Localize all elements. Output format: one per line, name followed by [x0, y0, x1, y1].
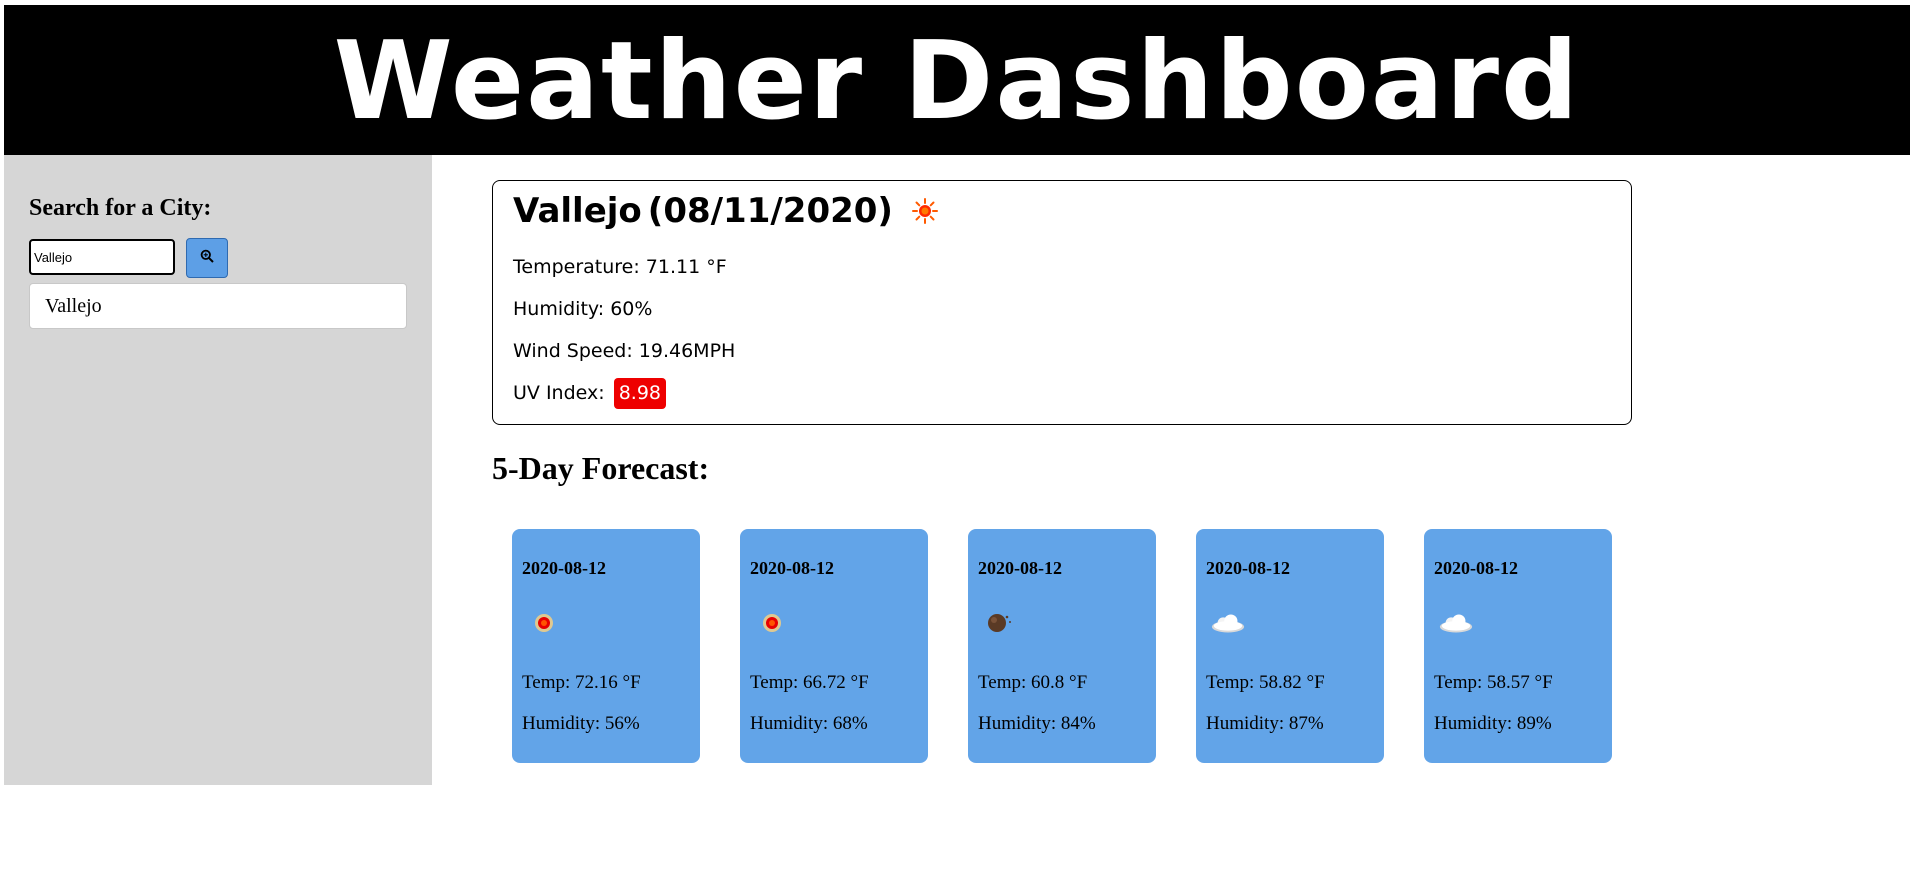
current-weather-card: Vallejo (08/11/2020) Temperature: 71.11 … [492, 180, 1632, 425]
forecast-temp: Temp: 60.8 °F [978, 672, 1088, 693]
forecast-heading: 5-Day Forecast: [492, 450, 710, 486]
forecast-list: 2020-08-12 Temp: 72.16 °F Humidity: 56% … [512, 529, 1612, 763]
forecast-temp: Temp: 66.72 °F [750, 672, 869, 693]
forecast-humidity: Humidity: 87% [1206, 713, 1324, 734]
city-search-input[interactable] [29, 239, 175, 275]
current-temperature: Temperature: 71.11 °F [513, 256, 727, 278]
current-city: Vallejo [513, 191, 642, 231]
forecast-card: 2020-08-12 Temp: 58.82 °F Humidity: 87% [1196, 529, 1384, 763]
sun-icon [911, 197, 939, 225]
page-title: Weather Dashboard [333, 19, 1581, 144]
forecast-humidity: Humidity: 89% [1434, 713, 1552, 734]
cloud-icon [1210, 609, 1246, 637]
sun-icon [526, 609, 562, 637]
cloud-icon [1438, 609, 1474, 637]
forecast-temp: Temp: 58.57 °F [1434, 672, 1553, 693]
current-humidity: Humidity: 60% [513, 298, 653, 320]
sun-icon [754, 609, 790, 637]
forecast-humidity: Humidity: 68% [750, 713, 868, 734]
current-wind-speed: Wind Speed: 19.46MPH [513, 340, 736, 362]
forecast-card: 2020-08-12 Temp: 66.72 °F Humidity: 68% [740, 529, 928, 763]
forecast-humidity: Humidity: 56% [522, 713, 640, 734]
moon-icon [982, 609, 1018, 637]
forecast-date: 2020-08-12 [750, 558, 834, 578]
forecast-humidity: Humidity: 84% [978, 713, 1096, 734]
sidebar: Search for a City: Vallejo [4, 155, 432, 785]
forecast-card: 2020-08-12 Temp: 72.16 °F Humidity: 56% [512, 529, 700, 763]
forecast-date: 2020-08-12 [1434, 558, 1518, 578]
header-banner: Weather Dashboard [4, 5, 1910, 155]
forecast-card: 2020-08-12 Temp: 58.57 °F Humidity: 89% [1424, 529, 1612, 763]
forecast-card: 2020-08-12 Temp: 60.8 °F Humidity: 84% [968, 529, 1156, 763]
search-history-list: Vallejo [29, 283, 407, 329]
forecast-temp: Temp: 72.16 °F [522, 672, 641, 693]
uv-badge: 8.98 [613, 378, 667, 409]
forecast-temp: Temp: 58.82 °F [1206, 672, 1325, 693]
forecast-date: 2020-08-12 [522, 558, 606, 578]
current-uv-index: UV Index: 8.98 [513, 378, 667, 409]
uv-label: UV Index: [513, 382, 605, 404]
forecast-date: 2020-08-12 [978, 558, 1062, 578]
history-item[interactable]: Vallejo [29, 283, 407, 329]
search-heading: Search for a City: [29, 195, 212, 221]
current-date: (08/11/2020) [647, 191, 893, 231]
forecast-date: 2020-08-12 [1206, 558, 1290, 578]
current-weather-title: Vallejo (08/11/2020) [513, 191, 939, 231]
search-icon [200, 249, 214, 268]
search-button[interactable] [186, 238, 228, 278]
